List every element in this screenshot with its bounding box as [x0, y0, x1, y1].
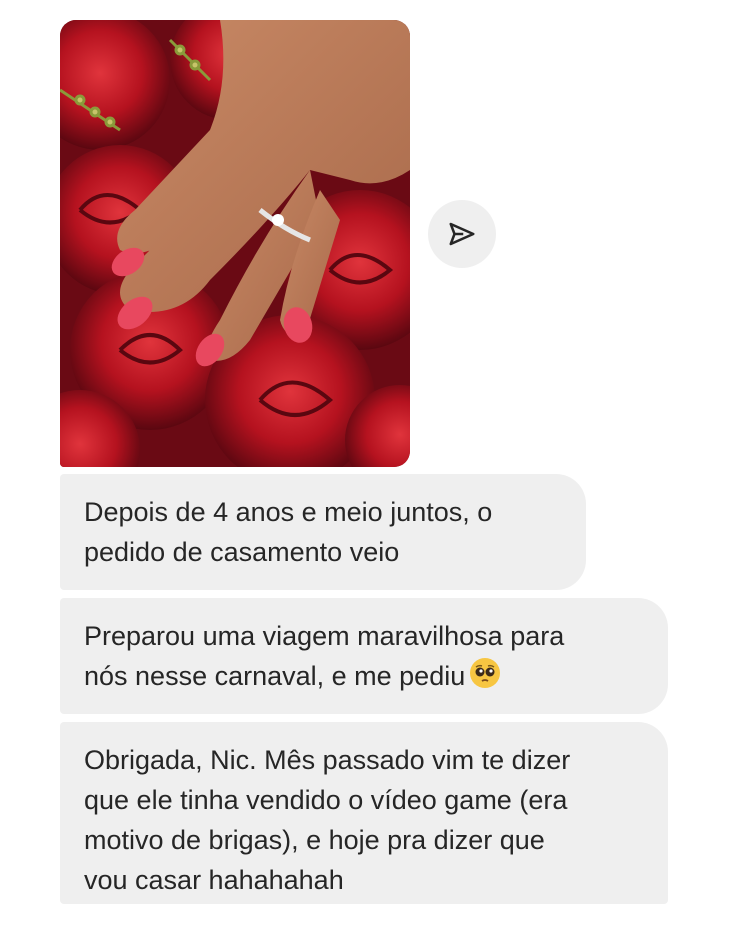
share-button[interactable]: [428, 200, 496, 268]
message-text: Depois de 4 anos e meio juntos, o: [84, 497, 493, 527]
message-line: nós nesse carnaval, e me pediu: [84, 656, 644, 700]
pleading-face-icon: [469, 657, 501, 700]
message-text: Obrigada, Nic. Mês passado vim te dizer: [84, 745, 571, 775]
message-bubble[interactable]: Obrigada, Nic. Mês passado vim te dizer …: [60, 722, 668, 904]
message-text: Preparou uma viagem maravilhosa para: [84, 621, 565, 651]
message-text: nós nesse carnaval, e me pediu: [84, 661, 466, 691]
message-bubble[interactable]: Preparou uma viagem maravilhosa para nós…: [60, 598, 668, 714]
photo-message[interactable]: [60, 20, 410, 467]
message-text: vou casar hahahahah: [84, 865, 344, 895]
message-text: motivo de brigas), e hoje pra dizer que: [84, 825, 545, 855]
message-bubble[interactable]: Depois de 4 anos e meio juntos, o pedido…: [60, 474, 586, 590]
ring-hand-photo: [60, 20, 410, 467]
message-text: pedido de casamento veio: [84, 537, 400, 567]
paper-plane-icon: [449, 222, 475, 246]
message-text: que ele tinha vendido o vídeo game (era: [84, 785, 568, 815]
